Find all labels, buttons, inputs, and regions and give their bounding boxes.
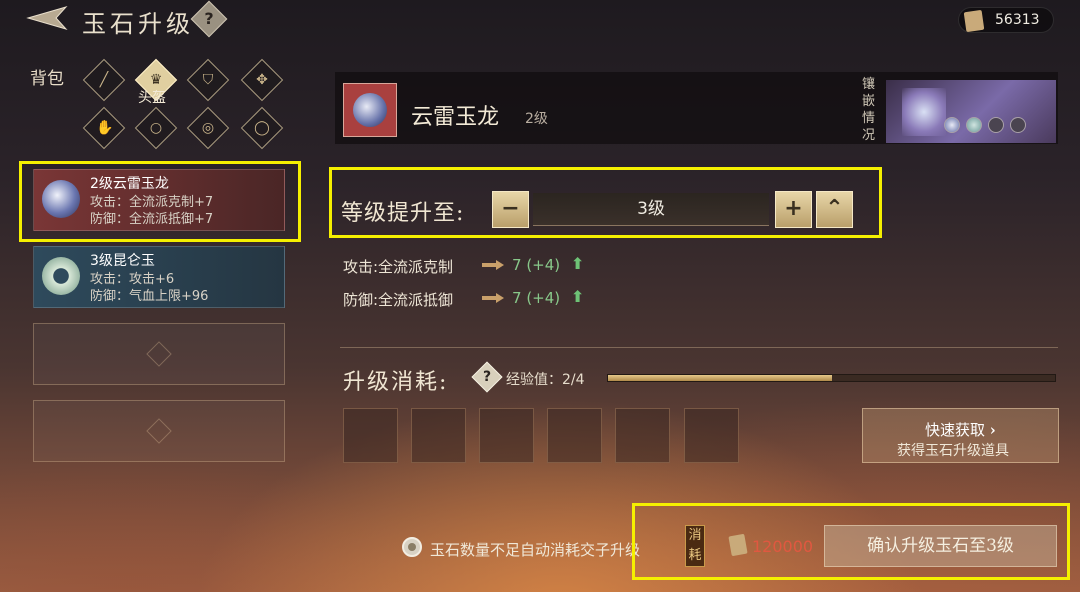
kunlun-jade-icon	[42, 257, 80, 295]
bracelet-icon: ◎	[201, 120, 215, 136]
auto-consume-label: 玉石数量不足自动消耗交子升级	[430, 541, 641, 559]
necklace-icon: ◯	[254, 120, 270, 136]
help-button[interactable]: ?	[190, 0, 228, 38]
item-name: 3级昆仑玉	[90, 253, 155, 269]
exp-progress-fill	[608, 375, 832, 381]
empty-ornament-icon	[146, 418, 172, 444]
tab-bag[interactable]: 背包	[30, 64, 64, 89]
material-slot[interactable]	[615, 408, 670, 463]
arrow-up-icon: ⬆	[571, 254, 585, 273]
highlight-box	[632, 503, 1070, 580]
tab-necklace[interactable]: ◯	[240, 106, 284, 150]
inlay-label: 镶嵌情况	[862, 77, 876, 143]
cost-help-button[interactable]: ?	[471, 361, 503, 393]
tab-weapon[interactable]: ╱	[82, 58, 126, 102]
divider	[340, 347, 1058, 348]
equipment-icon	[902, 88, 946, 136]
highlight-box	[19, 161, 301, 242]
empty-slot	[33, 400, 285, 462]
arrow-right-icon	[482, 293, 504, 303]
chevron-right-icon: ›	[989, 421, 996, 439]
stat-defense-label: 防御:全流派抵御	[343, 291, 454, 309]
armor-icon: ⛉	[202, 72, 214, 88]
question-icon: ?	[204, 9, 214, 28]
item-level: 2级	[525, 111, 548, 127]
currency-display[interactable]: 56313	[958, 7, 1054, 33]
item-defense: 防御：气血上限+96	[90, 289, 209, 304]
tab-bracelet[interactable]: ◎	[186, 106, 230, 150]
material-slot[interactable]	[343, 408, 398, 463]
quick-obtain-button[interactable]: 快速获取 › 获得玉石升级道具	[862, 408, 1059, 463]
question-icon: ?	[482, 369, 492, 385]
stat-attack-label: 攻击:全流派克制	[343, 258, 454, 276]
material-slot[interactable]	[479, 408, 534, 463]
quick-obtain-subtitle: 获得玉石升级道具	[897, 443, 1009, 459]
glove-icon: ✋	[96, 120, 114, 136]
page-title: 玉石升级	[82, 10, 194, 38]
helmet-icon: ♛	[149, 72, 163, 88]
highlight-box	[329, 167, 882, 238]
lock-icon	[1010, 117, 1026, 133]
material-slot[interactable]	[547, 408, 602, 463]
currency-value: 56313	[995, 12, 1040, 28]
material-slot[interactable]	[411, 408, 466, 463]
arrow-right-icon	[482, 260, 504, 270]
cost-title: 升级消耗:	[343, 370, 449, 395]
list-item[interactable]: 3级昆仑玉 攻击：攻击+6 防御：气血上限+96	[33, 246, 285, 308]
scroll-currency-icon	[963, 9, 985, 33]
inlay-preview[interactable]	[886, 80, 1056, 143]
lock-icon	[988, 117, 1004, 133]
tab-helmet-label: 头盔	[138, 90, 166, 106]
empty-slot	[33, 323, 285, 385]
inlaid-gem-icon	[944, 117, 960, 133]
auto-consume-radio[interactable]	[402, 537, 422, 557]
stat-defense-value: 7 (+4)	[512, 289, 561, 307]
tab-ring[interactable]: ○	[134, 106, 178, 150]
tab-belt[interactable]: ✥	[240, 58, 284, 102]
empty-ornament-icon	[146, 341, 172, 367]
tab-gloves[interactable]: ✋	[82, 106, 126, 150]
selected-gem-icon	[343, 83, 397, 137]
ring-icon: ○	[149, 120, 163, 136]
sword-icon: ╱	[99, 72, 109, 88]
back-button[interactable]	[26, 3, 68, 33]
back-arrow-icon	[26, 6, 68, 30]
tab-armor[interactable]: ⛉	[186, 58, 230, 102]
inlaid-gem-icon	[966, 117, 982, 133]
exp-label: 经验值：2/4	[506, 372, 585, 388]
stat-attack-value: 7 (+4)	[512, 256, 561, 274]
arrow-up-icon: ⬆	[571, 287, 585, 306]
item-title: 云雷玉龙	[411, 105, 500, 130]
belt-icon: ✥	[256, 72, 268, 88]
quick-obtain-title: 快速获取 ›	[925, 421, 996, 439]
exp-progress-bar	[607, 374, 1056, 382]
material-slot[interactable]	[684, 408, 739, 463]
